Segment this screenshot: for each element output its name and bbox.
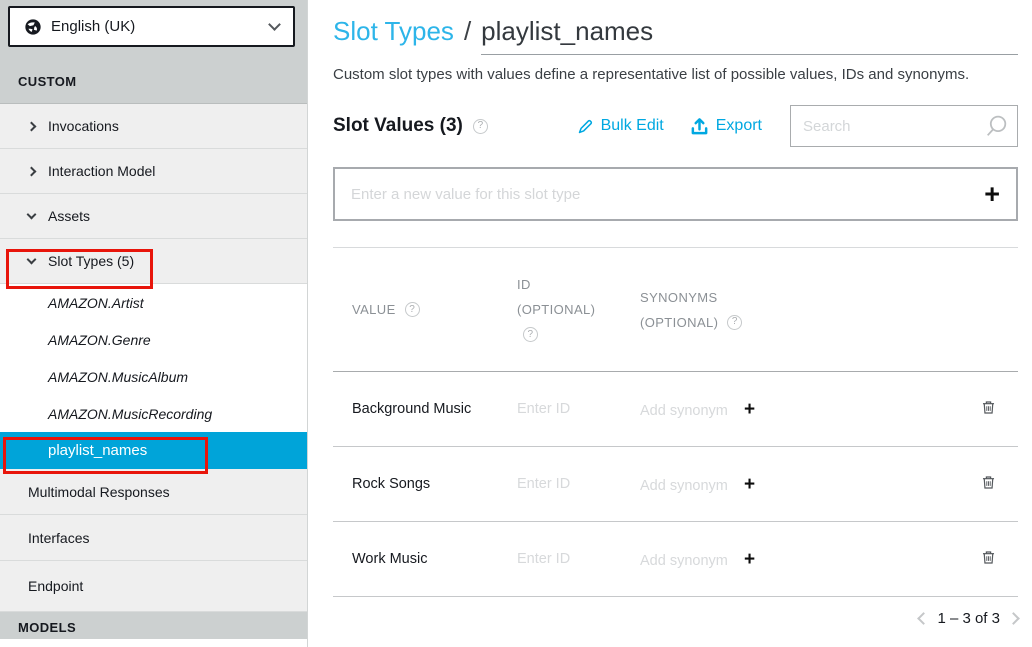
- slot-type-label: playlist_names: [48, 442, 147, 459]
- slot-values-title: Slot Values (3): [333, 115, 463, 137]
- synonym-input[interactable]: [640, 553, 736, 569]
- sidebar-item-multimodal-responses[interactable]: Multimodal Responses: [0, 469, 307, 515]
- slot-value-cell: Work Music: [333, 551, 517, 567]
- sidebar-item-assets[interactable]: Assets: [0, 194, 307, 239]
- column-header-actions: [958, 248, 1018, 371]
- export-icon: [690, 117, 709, 136]
- page-description: Custom slot types with values define a r…: [333, 66, 1018, 83]
- table-header-row: VALUE ? ID (OPTIONAL) ? SYNONYMS (OPTION…: [333, 248, 1018, 372]
- sidebar-item-interfaces[interactable]: Interfaces: [0, 515, 307, 561]
- chevron-down-icon: [27, 210, 37, 220]
- slot-type-label: AMAZON.Artist: [48, 295, 144, 311]
- synonym-input[interactable]: [640, 403, 736, 419]
- slot-values-table: VALUE ? ID (OPTIONAL) ? SYNONYMS (OPTION…: [333, 247, 1018, 597]
- sidebar-item-interaction-model[interactable]: Interaction Model: [0, 149, 307, 194]
- slot-values-toolbar: Slot Values (3) ? Bulk Edit Export: [333, 104, 1018, 148]
- slot-type-label: AMAZON.Genre: [48, 332, 151, 348]
- trash-icon: [980, 474, 997, 491]
- breadcrumb-slot-types-link[interactable]: Slot Types: [333, 16, 454, 47]
- chevron-right-icon: [27, 166, 37, 176]
- language-selector[interactable]: English (UK): [8, 6, 295, 47]
- chevron-down-icon: [268, 18, 281, 31]
- bulk-edit-button[interactable]: Bulk Edit: [577, 117, 664, 135]
- table-row: Background Music +: [333, 372, 1018, 447]
- sidebar-item-label: Endpoint: [28, 578, 83, 594]
- id-input[interactable]: [517, 401, 617, 417]
- pagination-label: 1 – 3 of 3: [937, 610, 1000, 627]
- sidebar-section-custom: CUSTOM: [18, 74, 77, 89]
- sidebar-item-label: Interfaces: [28, 530, 89, 546]
- next-page-button[interactable]: [1007, 612, 1020, 625]
- table-row: Rock Songs +: [333, 447, 1018, 522]
- slot-type-label: AMAZON.MusicRecording: [48, 406, 212, 422]
- sidebar: English (UK) CUSTOM Invocations Interact…: [0, 0, 308, 647]
- sidebar-item-label: Assets: [48, 208, 90, 224]
- breadcrumb-current-wrap: playlist_names: [481, 16, 1018, 55]
- slot-type-item-amazon-artist[interactable]: AMAZON.Artist: [0, 284, 307, 321]
- synonyms-header-label: SYNONYMS: [640, 290, 958, 305]
- new-slot-value-row: +: [333, 167, 1018, 221]
- column-header-id: ID (OPTIONAL) ?: [517, 248, 640, 371]
- language-label: English (UK): [51, 18, 135, 35]
- search-box: [790, 105, 1018, 147]
- sidebar-section-models: MODELS: [0, 612, 307, 639]
- add-synonym-button[interactable]: +: [744, 475, 755, 494]
- slot-value-cell: Background Music: [333, 401, 517, 417]
- sidebar-item-label: Multimodal Responses: [28, 484, 170, 500]
- breadcrumb-separator: /: [464, 16, 471, 47]
- add-synonym-button[interactable]: +: [744, 550, 755, 569]
- sidebar-item-label: Invocations: [48, 118, 119, 134]
- new-value-input[interactable]: [351, 186, 984, 203]
- trash-icon: [980, 399, 997, 416]
- chevron-down-icon: [27, 255, 37, 265]
- synonym-input[interactable]: [640, 478, 736, 494]
- slot-type-item-amazon-musicalbum[interactable]: AMAZON.MusicAlbum: [0, 358, 307, 395]
- slot-type-item-amazon-genre[interactable]: AMAZON.Genre: [0, 321, 307, 358]
- help-icon[interactable]: ?: [405, 302, 420, 317]
- breadcrumb: Slot Types / playlist_names: [333, 16, 1018, 55]
- id-input[interactable]: [517, 476, 617, 492]
- id-optional-label: (OPTIONAL): [517, 302, 640, 317]
- chevron-right-icon: [27, 121, 37, 131]
- bulk-edit-label: Bulk Edit: [601, 117, 664, 135]
- help-icon[interactable]: ?: [473, 119, 488, 134]
- column-header-synonyms: SYNONYMS (OPTIONAL) ?: [640, 248, 958, 371]
- slot-value-cell: Rock Songs: [333, 476, 517, 492]
- globe-icon: [24, 18, 42, 36]
- main-content: Slot Types / playlist_names Custom slot …: [309, 0, 1032, 647]
- page-title: playlist_names: [481, 16, 653, 46]
- search-icon[interactable]: [983, 113, 1010, 140]
- pencil-icon: [577, 118, 594, 135]
- slot-type-item-amazon-musicrecording[interactable]: AMAZON.MusicRecording: [0, 395, 307, 432]
- delete-row-button[interactable]: [978, 472, 999, 496]
- sidebar-item-endpoint[interactable]: Endpoint: [0, 561, 307, 612]
- id-header-label: ID: [517, 277, 640, 292]
- id-input[interactable]: [517, 551, 617, 567]
- delete-row-button[interactable]: [978, 547, 999, 571]
- sidebar-item-label: Slot Types (5): [48, 253, 134, 269]
- help-icon[interactable]: ?: [523, 327, 538, 342]
- trash-icon: [980, 549, 997, 566]
- export-button[interactable]: Export: [690, 117, 762, 136]
- help-icon[interactable]: ?: [727, 315, 742, 330]
- slot-type-item-playlist-names[interactable]: playlist_names: [0, 432, 307, 469]
- add-synonym-button[interactable]: +: [744, 400, 755, 419]
- export-label: Export: [716, 117, 762, 135]
- table-row: Work Music +: [333, 522, 1018, 597]
- sidebar-item-slot-types[interactable]: Slot Types (5): [0, 239, 307, 284]
- delete-row-button[interactable]: [978, 397, 999, 421]
- value-header-label: VALUE: [352, 302, 396, 317]
- add-value-button[interactable]: +: [984, 181, 1000, 208]
- sidebar-item-invocations[interactable]: Invocations: [0, 104, 307, 149]
- pagination: 1 – 3 of 3: [309, 610, 1018, 627]
- previous-page-button[interactable]: [918, 612, 931, 625]
- sidebar-top-band: English (UK) CUSTOM: [0, 0, 307, 104]
- synonyms-optional-label: (OPTIONAL): [640, 315, 718, 330]
- slot-type-label: AMAZON.MusicAlbum: [48, 369, 188, 385]
- sidebar-item-label: Interaction Model: [48, 163, 155, 179]
- column-header-value: VALUE ?: [333, 248, 517, 371]
